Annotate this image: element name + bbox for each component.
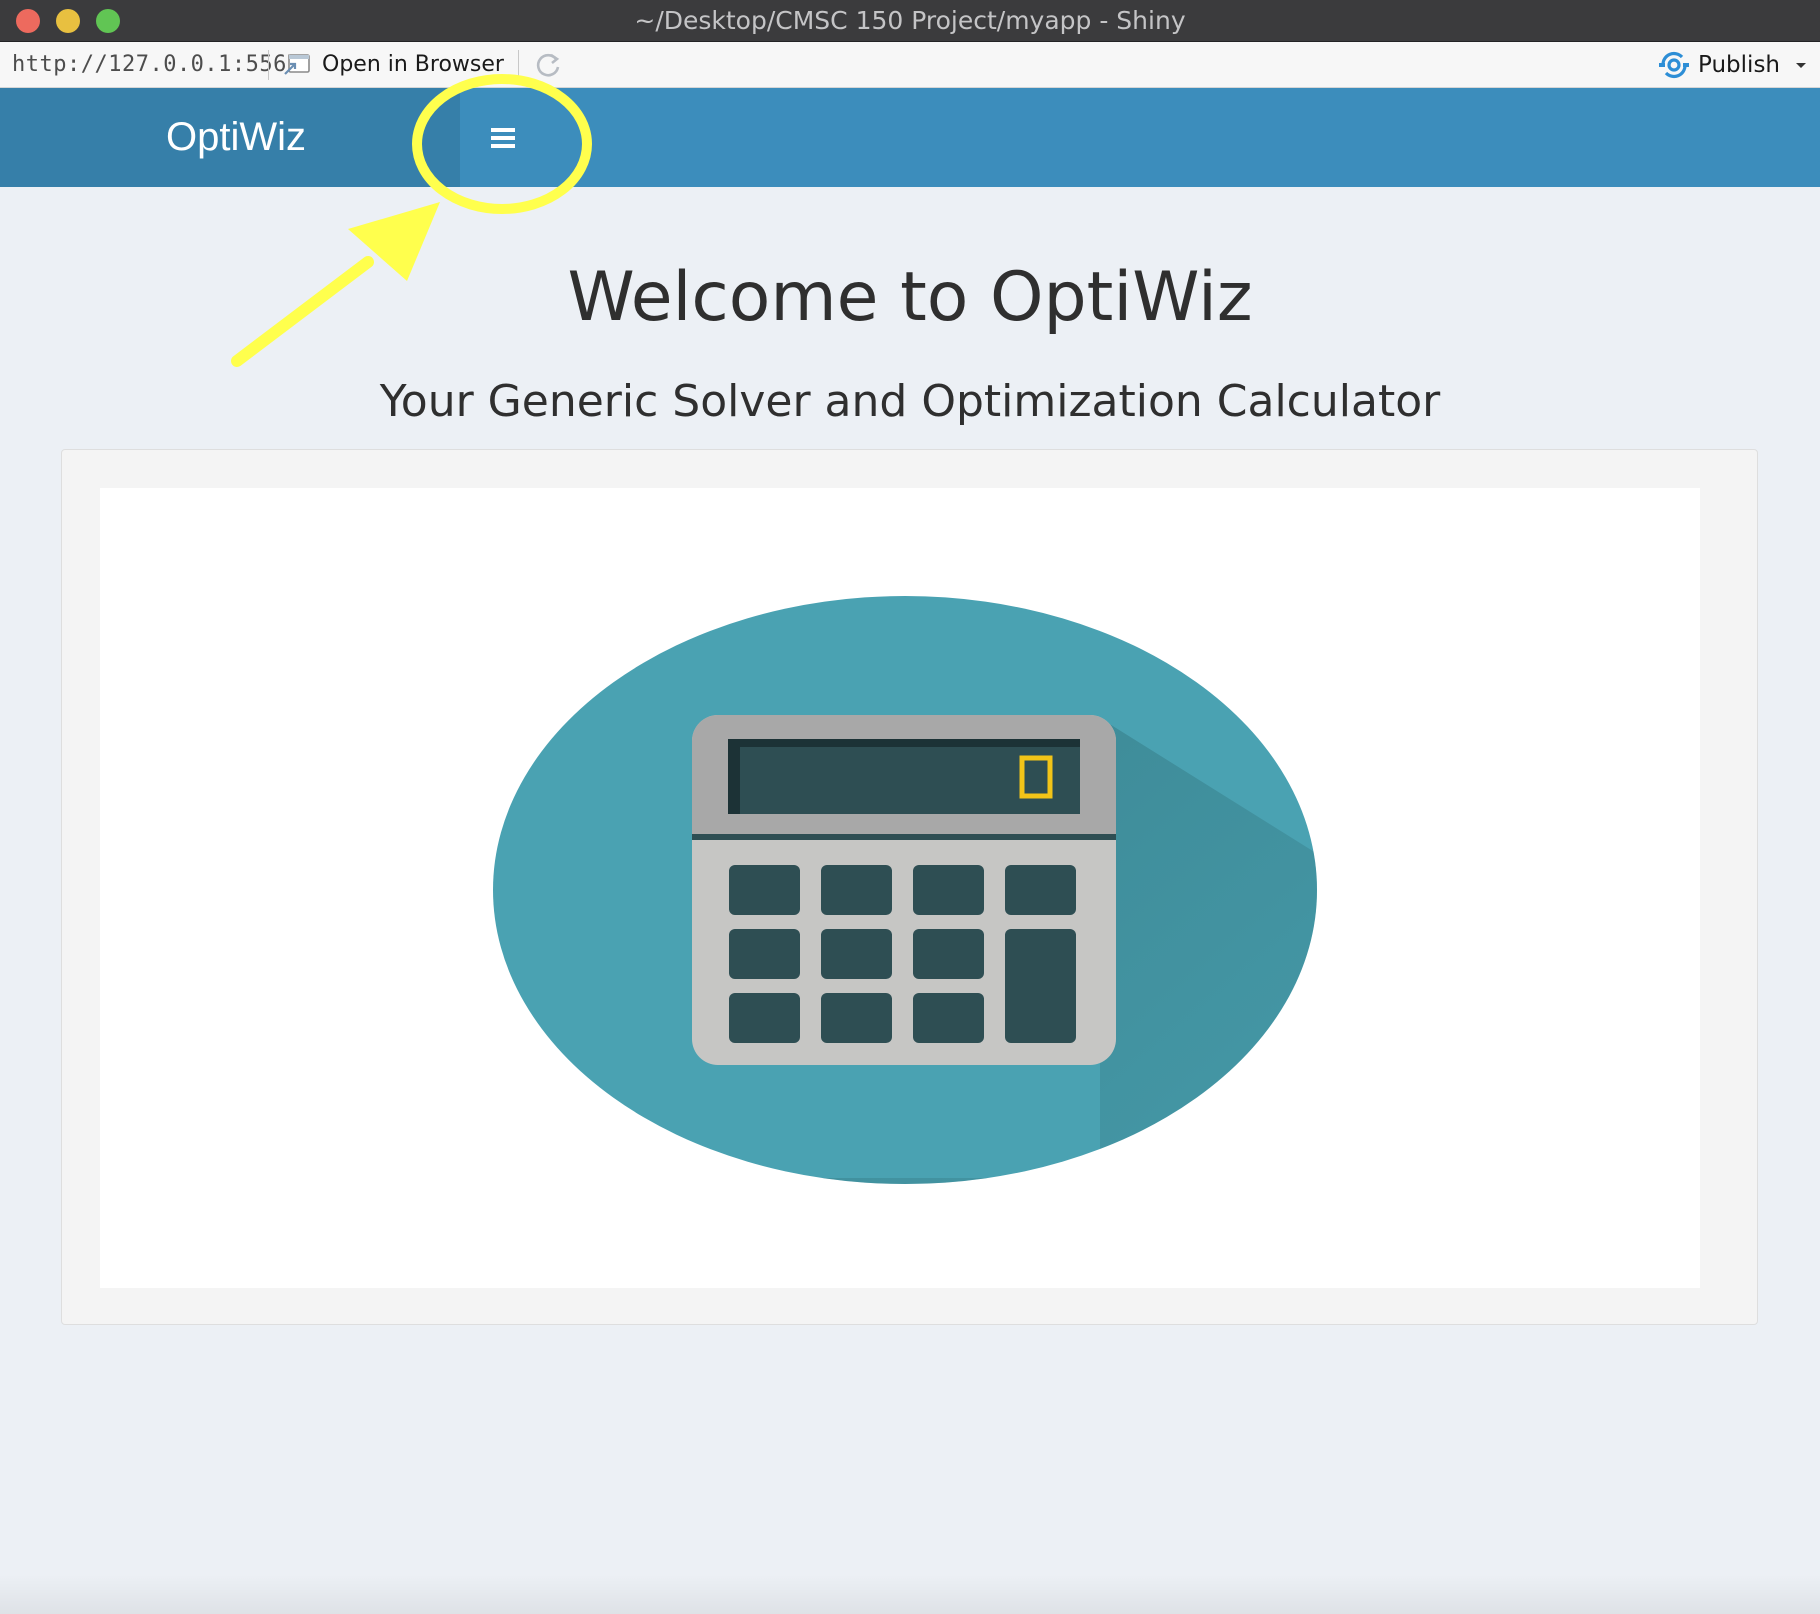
publish-button[interactable]: Publish (1658, 42, 1808, 87)
window-bottom-shade (0, 1574, 1820, 1614)
toolbar-divider (518, 50, 519, 80)
window-title: ~/Desktop/CMSC 150 Project/myapp - Shiny (634, 6, 1186, 35)
calculator-icon (493, 596, 1317, 1184)
sidebar-toggle-button[interactable] (460, 88, 545, 187)
page-subtitle: Your Generic Solver and Optimization Cal… (379, 376, 1441, 427)
url-display: http://127.0.0.1:5567 (12, 52, 301, 77)
app-logo[interactable]: OptiWiz (0, 88, 460, 187)
open-in-browser-label: Open in Browser (322, 52, 504, 77)
app-header: OptiWiz (0, 88, 1820, 187)
page-title: Welcome to OptiWiz (567, 258, 1253, 337)
publish-icon (1659, 51, 1690, 78)
calculator-image (100, 488, 1700, 1288)
refresh-icon[interactable] (532, 49, 564, 81)
chevron-down-icon[interactable] (1794, 60, 1808, 70)
publish-label: Publish (1698, 51, 1780, 78)
window-titlebar: ~/Desktop/CMSC 150 Project/myapp - Shiny (0, 0, 1820, 42)
hamburger-menu-icon (490, 127, 515, 148)
calculator-display (728, 739, 1080, 814)
toolbar-divider (268, 50, 269, 80)
viewer-toolbar: http://127.0.0.1:5567 Open in Browser Pu… (0, 42, 1820, 88)
open-in-browser-button[interactable]: Open in Browser (282, 42, 504, 87)
app-logo-text: OptiWiz (166, 115, 306, 159)
open-in-browser-icon (284, 53, 310, 75)
